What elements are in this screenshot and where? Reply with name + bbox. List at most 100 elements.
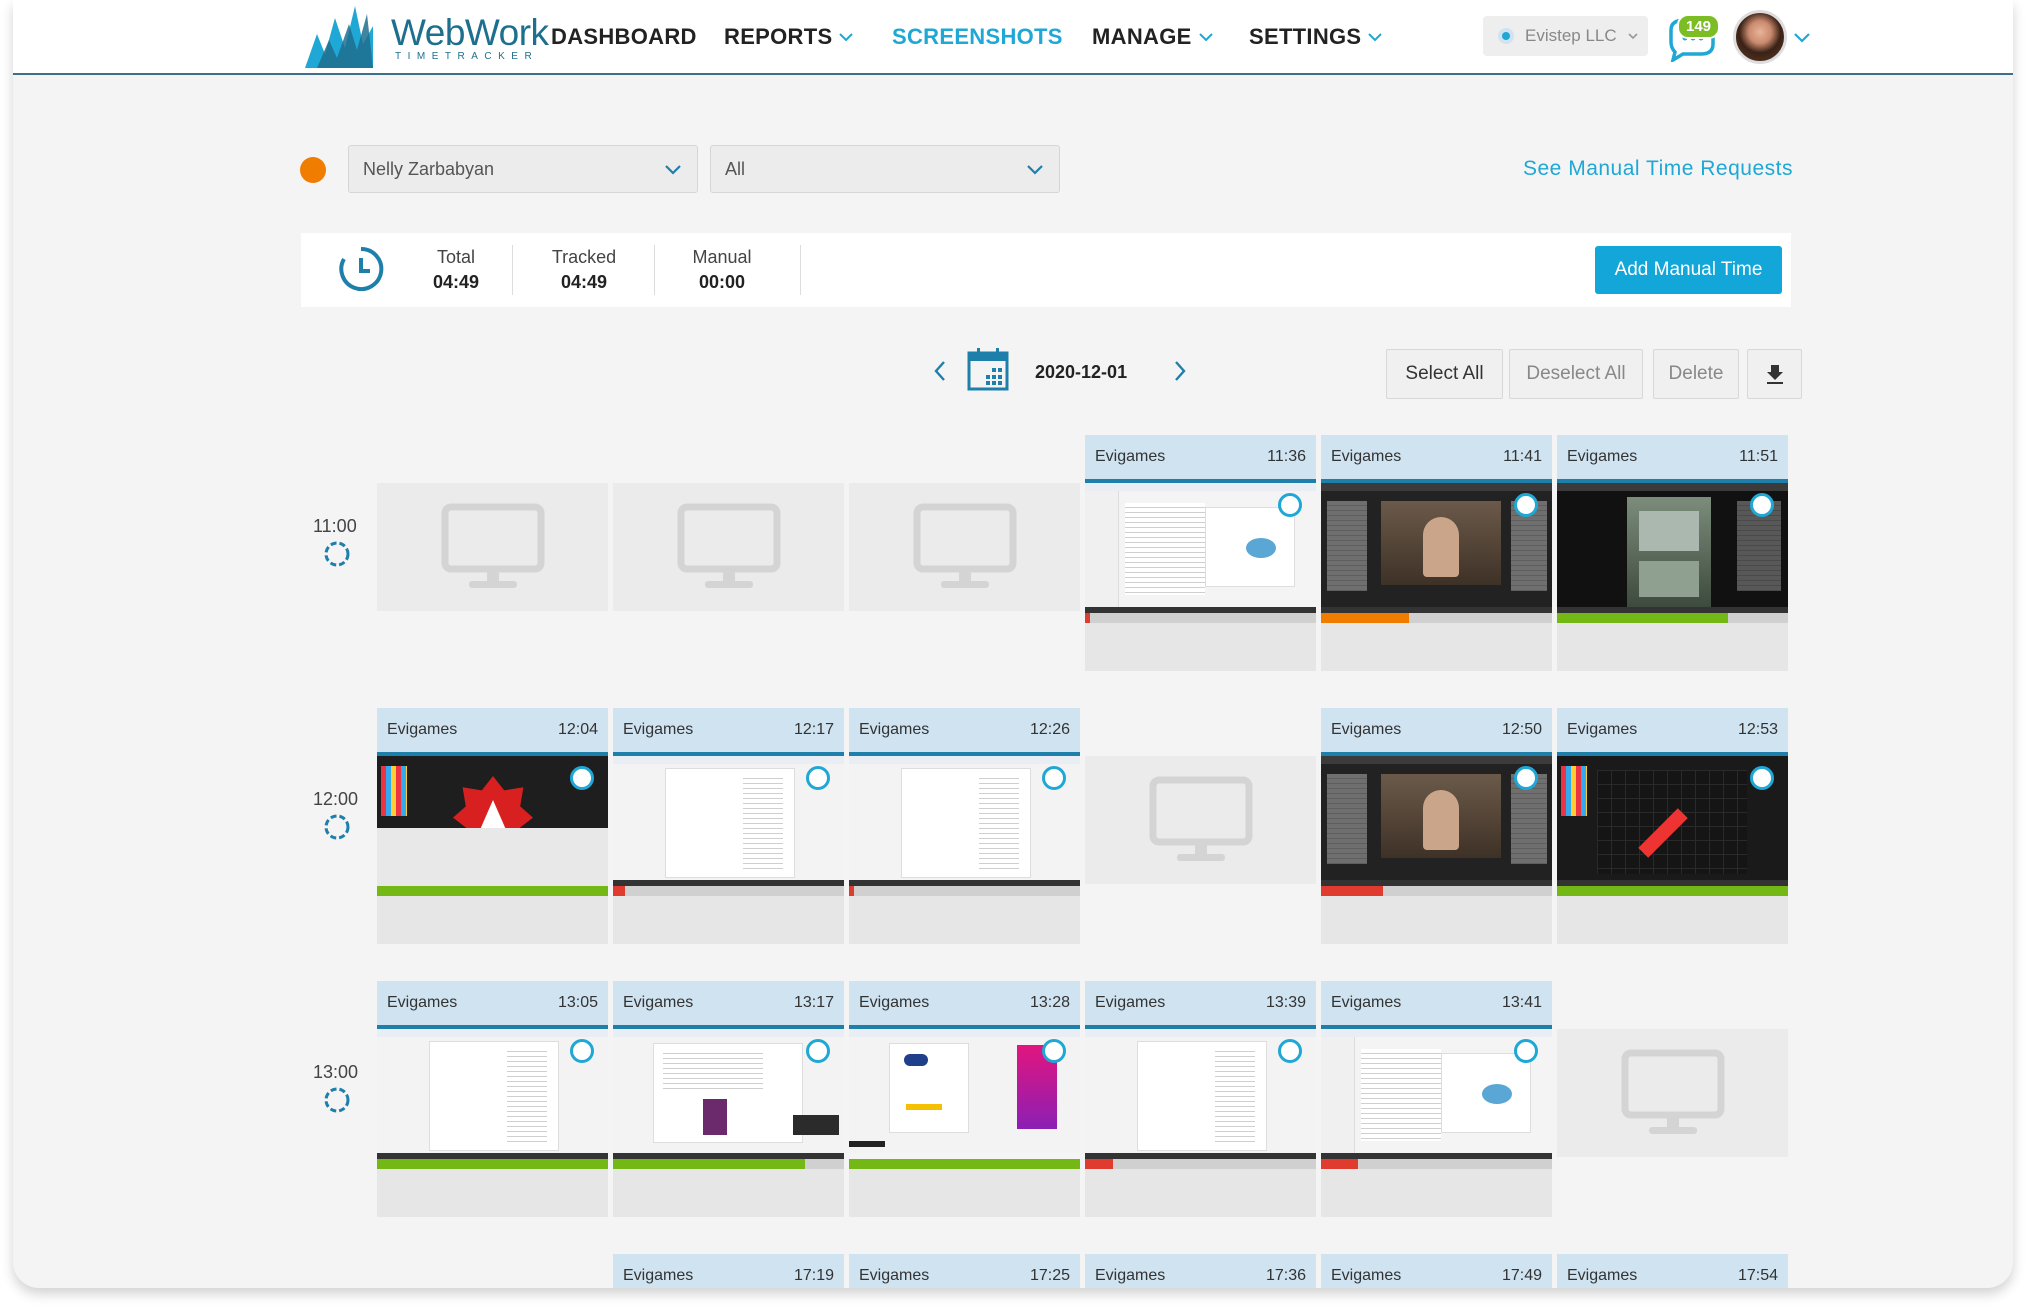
screenshot-thumbnail[interactable] (377, 1029, 608, 1159)
manual-time: Manual 00:00 (667, 247, 777, 293)
total-time-value: 04:49 (432, 272, 480, 292)
screenshot-card[interactable]: Evigames 13:17 (613, 981, 844, 1217)
screenshot-thumbnail[interactable] (1321, 756, 1552, 886)
empty-slot (613, 483, 844, 611)
user-avatar[interactable] (1733, 10, 1787, 64)
download-button[interactable] (1747, 349, 1802, 399)
screenshot-card[interactable]: Evigames 11:51 (1557, 435, 1788, 671)
screenshot-card[interactable]: Evigames 12:04 (377, 708, 608, 944)
screenshot-thumbnail[interactable] (849, 756, 1080, 886)
screenshot-card[interactable]: Evigames 11:36 (1085, 435, 1316, 671)
screenshot-thumbnail[interactable] (1085, 483, 1316, 613)
screenshot-thumbnail[interactable] (1321, 483, 1552, 613)
select-checkbox[interactable] (806, 766, 830, 790)
screenshot-card[interactable]: Evigames 12:17 (613, 708, 844, 944)
screenshot-card[interactable]: Evigames 17:36 (1085, 1254, 1316, 1288)
select-all-button[interactable]: Select All (1386, 349, 1503, 399)
screenshot-header: Evigames 17:25 (849, 1254, 1080, 1288)
select-checkbox[interactable] (1278, 493, 1302, 517)
previous-day-icon[interactable] (931, 358, 949, 384)
screenshot-card[interactable]: Evigames 17:54 (1557, 1254, 1788, 1288)
screenshot-thumbnail[interactable] (1085, 1029, 1316, 1159)
hour-select-icon[interactable] (323, 540, 351, 568)
nav-screenshots-label: SCREENSHOTS (892, 24, 1063, 49)
screenshot-card[interactable]: Evigames 13:28 (849, 981, 1080, 1217)
screenshot-thumbnail[interactable] (613, 1029, 844, 1159)
screenshot-time: 11:41 (1503, 448, 1542, 465)
screenshot-thumbnail[interactable] (1557, 756, 1788, 886)
screenshot-card[interactable]: Evigames 12:26 (849, 708, 1080, 944)
total-time-label: Total (436, 247, 476, 267)
manual-time-requests-link[interactable]: See Manual Time Requests (1523, 157, 1793, 181)
screenshot-thumbnail[interactable] (613, 756, 844, 886)
screenshot-card[interactable]: Evigames 17:49 (1321, 1254, 1552, 1288)
webwork-logo[interactable]: WebWork TIMETRACKER (303, 4, 549, 70)
select-checkbox[interactable] (1514, 493, 1538, 517)
activity-bar (377, 1159, 608, 1169)
screenshot-time: 13:39 (1265, 994, 1306, 1011)
screenshot-card[interactable]: Evigames 11:41 (1321, 435, 1552, 671)
nav-screenshots[interactable]: SCREENSHOTS (892, 24, 1063, 50)
screenshot-project: Evigames (859, 1267, 930, 1284)
select-checkbox[interactable] (1514, 1039, 1538, 1063)
screenshot-thumbnail[interactable] (1321, 1029, 1552, 1159)
screenshot-thumbnail[interactable] (377, 756, 608, 886)
calendar-icon[interactable] (966, 346, 1010, 392)
select-checkbox[interactable] (1514, 766, 1538, 790)
company-selector[interactable]: Evistep LLC (1483, 16, 1648, 56)
select-checkbox[interactable] (1042, 766, 1066, 790)
screenshot-card[interactable]: Evigames 12:53 (1557, 708, 1788, 944)
select-checkbox[interactable] (570, 1039, 594, 1063)
screenshot-time: 12:04 (557, 721, 598, 738)
screenshot-header: Evigames 13:41 (1321, 981, 1552, 1029)
add-manual-time-button[interactable]: Add Manual Time (1595, 246, 1782, 294)
screenshot-header: Evigames 11:51 (1557, 435, 1788, 483)
current-date: 2020-12-01 (1035, 362, 1128, 382)
nav-settings-label: SETTINGS (1249, 24, 1362, 49)
chevron-down-icon (1198, 33, 1213, 42)
chevron-down-icon (839, 33, 854, 42)
activity-bar (1557, 886, 1788, 896)
screenshot-card[interactable]: Evigames 12:50 (1321, 708, 1552, 944)
select-checkbox[interactable] (1042, 1039, 1066, 1063)
screenshot-card[interactable]: Evigames 13:05 (377, 981, 608, 1217)
screenshot-footer (613, 1169, 844, 1217)
activity-bar (1557, 613, 1788, 623)
nav-manage[interactable]: MANAGE (1092, 24, 1214, 50)
project-select[interactable]: All (710, 145, 1060, 193)
screenshot-header: Evigames 17:19 (613, 1254, 844, 1288)
screenshot-thumbnail[interactable] (849, 1029, 1080, 1159)
user-select[interactable]: Nelly Zarbabyan (348, 145, 698, 193)
screenshot-footer (849, 1169, 1080, 1217)
screenshot-card[interactable]: Evigames 17:25 (849, 1254, 1080, 1288)
select-checkbox[interactable] (1278, 1039, 1302, 1063)
screenshot-thumbnail[interactable] (1557, 483, 1788, 613)
delete-button[interactable]: Delete (1653, 349, 1739, 399)
screenshot-time: 17:54 (1737, 1267, 1778, 1284)
deselect-all-button[interactable]: Deselect All (1509, 349, 1643, 399)
activity-fill (1321, 613, 1409, 623)
screenshot-time: 12:17 (793, 721, 834, 738)
nav-settings[interactable]: SETTINGS (1249, 24, 1383, 50)
activity-fill (377, 886, 608, 896)
screenshot-card[interactable]: Evigames 13:39 (1085, 981, 1316, 1217)
chevron-down-icon[interactable] (1793, 28, 1811, 46)
hour-select-icon[interactable] (323, 813, 351, 841)
activity-fill (1557, 886, 1788, 896)
empty-slot (849, 483, 1080, 611)
select-checkbox[interactable] (1750, 766, 1774, 790)
select-checkbox[interactable] (1750, 493, 1774, 517)
activity-fill (849, 886, 854, 896)
screenshot-project: Evigames (859, 721, 930, 738)
nav-dashboard[interactable]: DASHBOARD (551, 24, 697, 50)
hour-select-icon[interactable] (323, 1086, 351, 1114)
activity-bar (1321, 886, 1552, 896)
top-navigation-bar: WebWork TIMETRACKER DASHBOARD REPORTS SC… (13, 0, 2013, 75)
nav-manage-label: MANAGE (1092, 24, 1192, 49)
next-day-icon[interactable] (1171, 358, 1189, 384)
select-checkbox[interactable] (806, 1039, 830, 1063)
screenshot-card[interactable]: Evigames 17:19 (613, 1254, 844, 1288)
select-checkbox[interactable] (570, 766, 594, 790)
nav-reports[interactable]: REPORTS (724, 24, 854, 50)
screenshot-card[interactable]: Evigames 13:41 (1321, 981, 1552, 1217)
